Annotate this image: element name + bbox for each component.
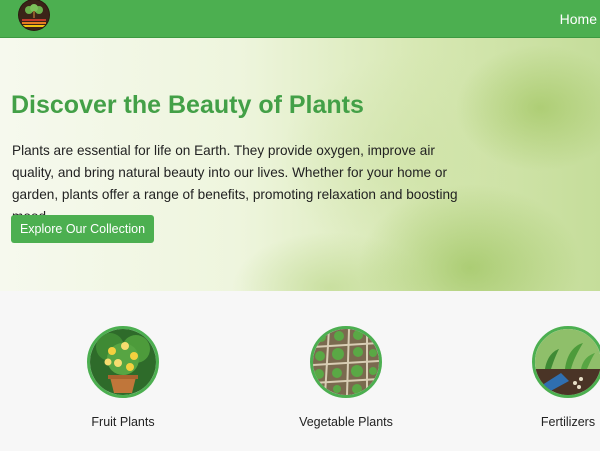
category-card-vegetable-plants[interactable]: Vegetable Plants: [296, 326, 396, 432]
fertilizer-icon: [535, 329, 600, 395]
vegetable-garden-icon: [313, 329, 379, 395]
fruit-plant-icon: [90, 329, 156, 395]
fruit-plant-image[interactable]: [87, 326, 159, 398]
navbar: Home: [0, 0, 600, 38]
category-label: Fruit Plants: [91, 415, 155, 429]
nav-home-link[interactable]: Home: [560, 11, 597, 27]
category-card-fertilizers[interactable]: Fertilizers: [518, 326, 600, 432]
plant-logo-icon: [19, 0, 49, 30]
hero-title: Discover the Beauty of Plants: [11, 91, 364, 119]
categories-section: Fruit Plants Vegetable Plants Fertilizer…: [0, 291, 600, 451]
vegetable-garden-image[interactable]: [310, 326, 382, 398]
logo[interactable]: [19, 0, 49, 30]
fertilizer-image[interactable]: [532, 326, 600, 398]
hero-section: Discover the Beauty of Plants Plants are…: [0, 38, 600, 291]
category-card-fruit-plants[interactable]: Fruit Plants: [73, 326, 173, 432]
category-label: Fertilizers: [540, 415, 596, 429]
category-label: Vegetable Plants: [299, 415, 393, 429]
explore-collection-button[interactable]: Explore Our Collection: [11, 215, 154, 243]
